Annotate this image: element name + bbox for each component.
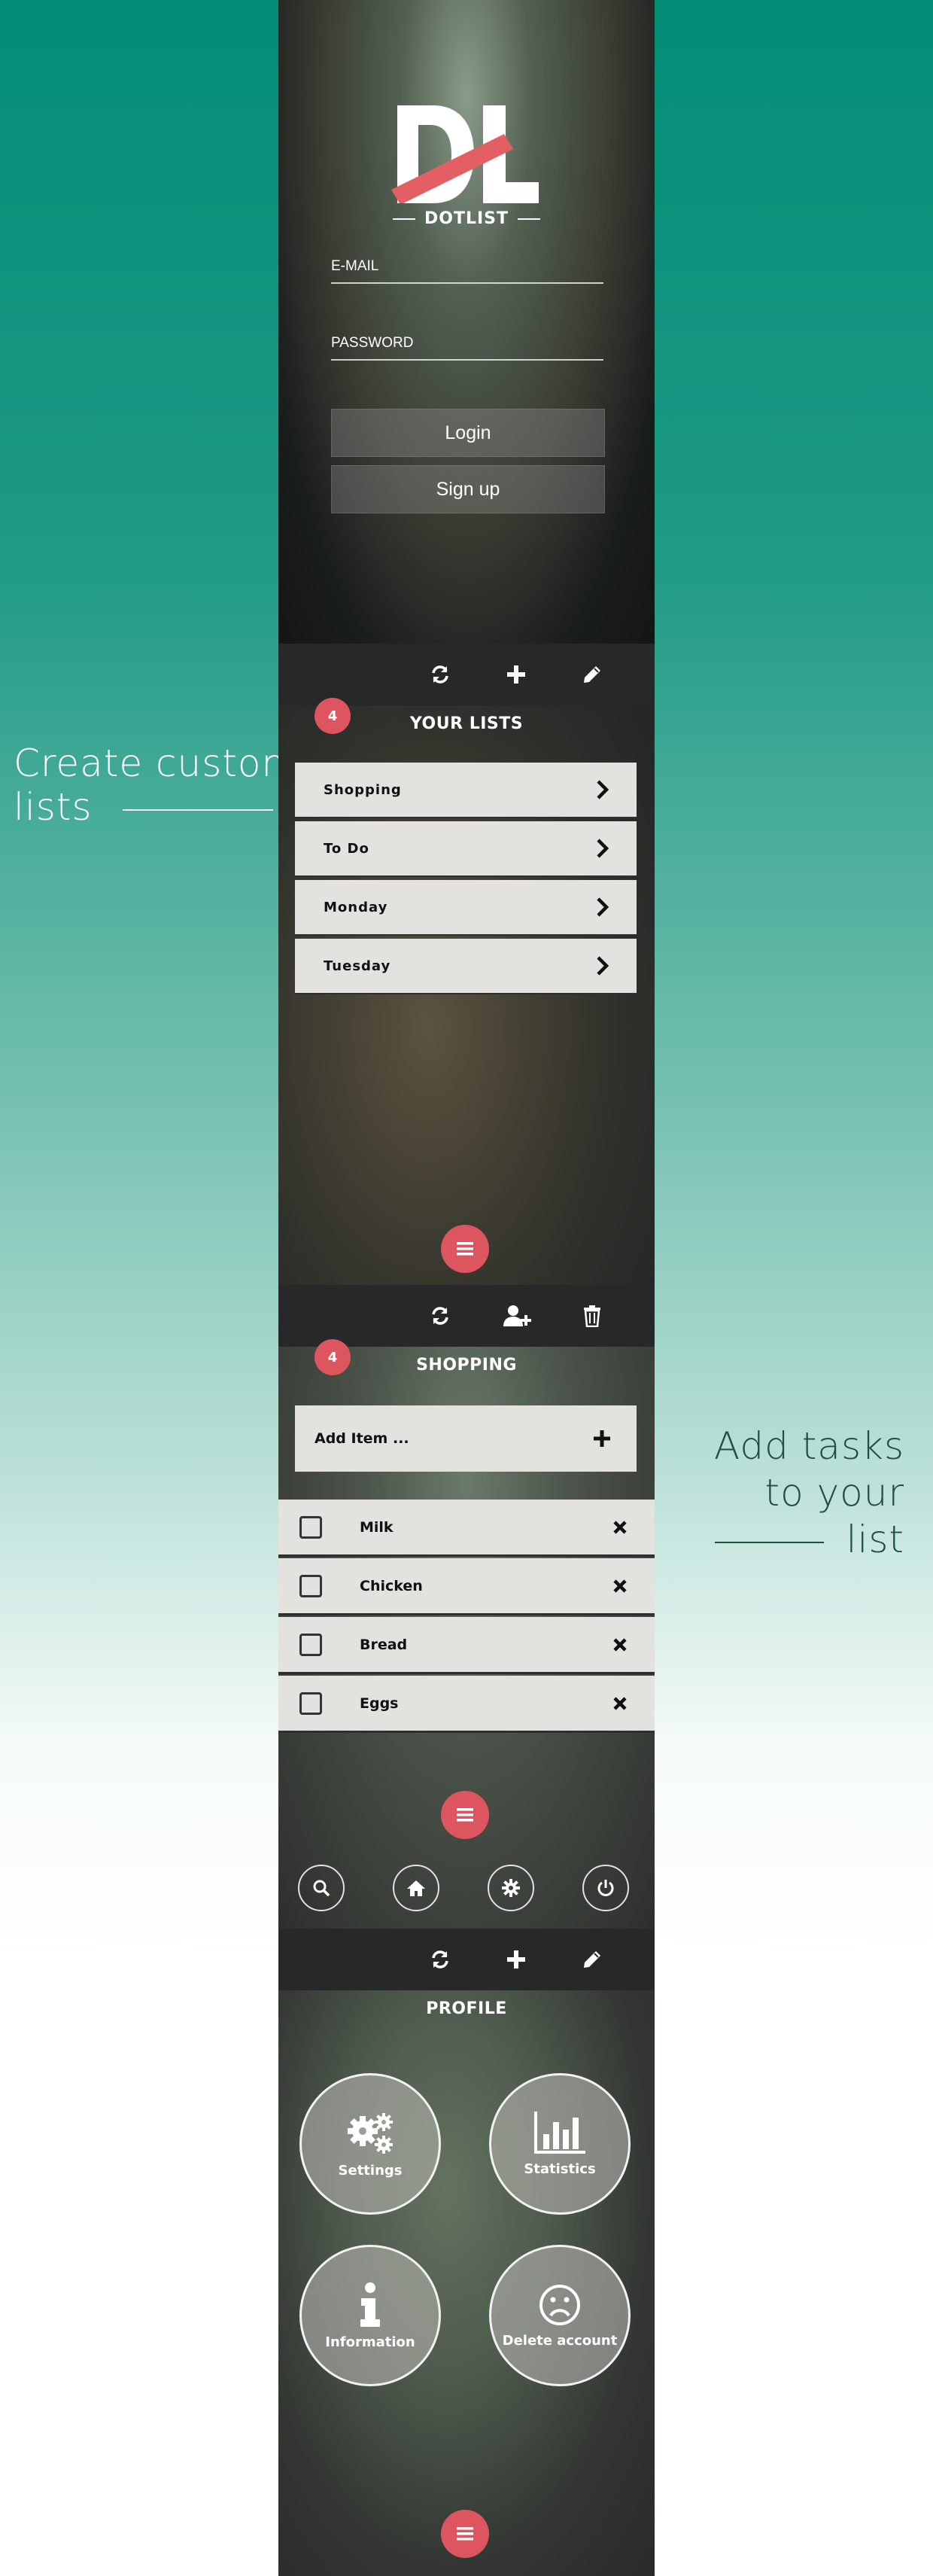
power-icon [597,1880,614,1896]
task-row: Bread [278,1617,655,1674]
email-field[interactable]: E-MAIL [331,258,603,284]
refresh-icon[interactable] [426,1945,454,1974]
task-label: Milk [360,1518,394,1536]
task-row: Chicken [278,1558,655,1615]
menu-icon [457,2527,473,2541]
refresh-icon[interactable] [426,660,454,689]
tile-label: Statistics [524,2160,596,2177]
info-icon [360,2282,380,2327]
menu-icon [457,1808,473,1822]
caption-line-1: Create custom [14,741,299,785]
page-title: SHOPPING [416,1356,517,1375]
login-button[interactable]: Login [331,409,605,457]
tile-label: Settings [338,2162,403,2179]
pencil-icon[interactable] [578,660,606,689]
menu-button[interactable] [441,1791,489,1839]
your-lists-screen: 4 YOUR LISTS Shopping To Do Monday Tuesd… [278,644,655,1285]
pencil-icon[interactable] [578,1945,606,1974]
delete-account-tile[interactable]: Delete account [489,2245,631,2386]
list-item-label: Tuesday [324,958,391,974]
delete-task-icon[interactable] [612,1696,628,1711]
tile-label: Information [325,2334,415,2350]
home-button[interactable] [393,1865,439,1911]
chevron-right-icon [597,897,609,917]
signup-button[interactable]: Sign up [331,465,605,513]
delete-task-icon[interactable] [612,1579,628,1594]
information-tile[interactable]: Information [299,2245,441,2386]
toolbar [278,1285,655,1347]
bar-chart-icon [534,2111,585,2154]
shopping-screen: 4 SHOPPING Add Item ... Milk Chicken Bre… [278,1285,655,1929]
list-item-label: Shopping [324,781,402,798]
sad-face-icon [539,2284,580,2325]
task-checkbox[interactable] [299,1574,322,1597]
chevron-right-icon [597,839,609,858]
task-label: Eggs [360,1694,399,1712]
add-item-input[interactable]: Add Item ... [295,1405,637,1472]
power-button[interactable] [582,1865,629,1911]
delete-task-icon[interactable] [612,1637,628,1652]
home-icon [407,1880,425,1896]
list-item-label: Monday [324,899,388,915]
gear-icon [502,1879,520,1897]
task-row: Eggs [278,1676,655,1733]
trash-icon[interactable] [578,1302,606,1330]
delete-task-icon[interactable] [612,1520,628,1535]
statistics-tile[interactable]: Statistics [489,2073,631,2215]
search-button[interactable] [298,1865,345,1911]
list-item[interactable]: To Do [295,821,637,877]
task-row: Milk [278,1500,655,1557]
menu-icon [457,1242,473,1256]
search-icon [313,1880,330,1897]
task-checkbox[interactable] [299,1633,322,1656]
login-screen: DOTLIST E-MAIL PASSWORD Login Sign up [278,0,655,644]
caption-create-custom-lists: Create custom lists [14,741,299,829]
profile-screen: PROFILE Settings Statistics Information … [278,1929,655,2576]
app-name: DOTLIST [278,209,655,228]
page-title: PROFILE [426,1999,507,2018]
caption-rule [122,808,273,811]
add-user-icon[interactable] [501,1302,534,1330]
plus-icon[interactable] [593,1430,611,1448]
tile-label: Delete account [502,2332,618,2349]
plus-icon[interactable] [502,1945,530,1974]
gears-icon [348,2112,393,2154]
list-item-label: To Do [324,840,369,857]
list-item[interactable]: Monday [295,880,637,936]
password-field[interactable]: PASSWORD [331,335,603,361]
settings-tile[interactable]: Settings [299,2073,441,2215]
task-label: Bread [360,1636,408,1653]
task-label: Chicken [360,1577,423,1594]
menu-button[interactable] [441,2510,489,2558]
task-checkbox[interactable] [299,1691,322,1715]
caption-line-3: list [846,1518,904,1561]
caption-line-2: to your [764,1471,904,1515]
toolbar [278,1929,655,1990]
caption-add-tasks: Add tasks to your list [714,1423,904,1563]
list-item[interactable]: Tuesday [295,939,637,994]
plus-icon[interactable] [502,660,530,689]
caption-line-2: lists [14,785,93,829]
chevron-right-icon [597,956,609,976]
settings-button[interactable] [488,1865,534,1911]
caption-line-1: Add tasks [714,1424,904,1468]
task-checkbox[interactable] [299,1515,322,1539]
caption-rule [714,1541,824,1543]
dotlist-logo [391,105,539,203]
menu-button[interactable] [441,1225,489,1273]
refresh-icon[interactable] [426,1302,454,1330]
toolbar [278,644,655,705]
page-title: YOUR LISTS [409,714,524,733]
add-item-placeholder: Add Item ... [315,1430,409,1447]
chevron-right-icon [597,780,609,799]
list-item[interactable]: Shopping [295,763,637,818]
